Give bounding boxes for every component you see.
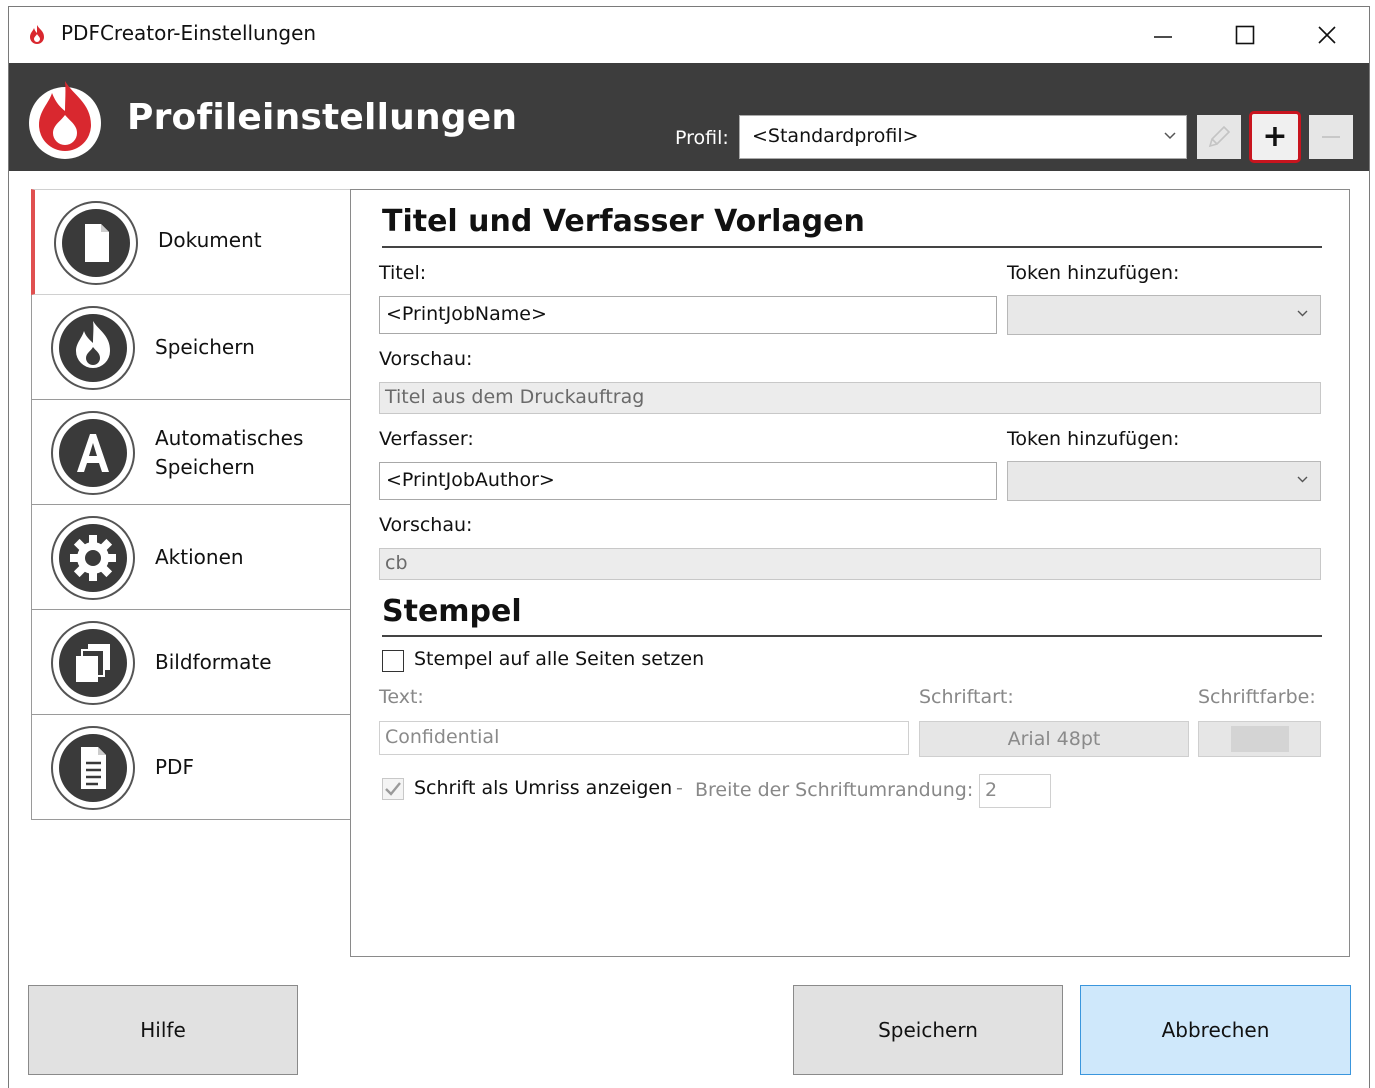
font-color-button[interactable] <box>1198 721 1321 757</box>
document-settings-panel: Titel und Verfasser Vorlagen Titel: Toke… <box>350 189 1350 957</box>
font-picker-button[interactable]: Arial 48pt <box>919 721 1189 757</box>
sidebar-item-label: Dokument <box>158 228 262 252</box>
pdf-file-icon <box>51 726 135 810</box>
remove-profile-button[interactable] <box>1309 115 1353 159</box>
token-label-author: Token hinzufügen: <box>1007 428 1180 450</box>
close-button[interactable] <box>1287 7 1367 63</box>
pencil-icon <box>1208 125 1231 148</box>
page-heading: Profileinstellungen <box>127 97 518 138</box>
outline-label: Schrift als Umriss anzeigen <box>414 777 673 799</box>
title-template-input[interactable]: <PrintJobName> <box>379 296 997 334</box>
preview-label-author: Vorschau: <box>379 514 473 536</box>
sidebar-item-automatisches-speichern[interactable]: Automatisches Speichern <box>31 400 351 505</box>
stamp-all-pages-checkbox[interactable] <box>382 650 404 672</box>
author-preview-field: cb <box>379 548 1321 580</box>
profile-label: Profil: <box>675 127 729 149</box>
title-label: Titel: <box>379 262 427 284</box>
minimize-button[interactable] <box>1123 7 1203 63</box>
author-label: Verfasser: <box>379 428 474 450</box>
font-label: Schriftart: <box>919 686 1014 708</box>
maximize-button[interactable] <box>1205 7 1285 63</box>
author-token-dropdown[interactable] <box>1007 461 1321 501</box>
stacked-pages-icon <box>51 621 135 705</box>
author-template-input[interactable]: <PrintJobAuthor> <box>379 462 997 500</box>
sidebar-item-aktionen[interactable]: Aktionen <box>31 505 351 610</box>
section-divider <box>382 246 1322 248</box>
preview-label-title: Vorschau: <box>379 348 473 370</box>
rename-profile-button[interactable] <box>1197 115 1241 159</box>
sidebar-item-label: Speichern <box>155 335 255 359</box>
stamp-text-label: Text: <box>379 686 424 708</box>
minus-icon <box>1322 136 1340 138</box>
chevron-down-icon <box>1297 476 1308 483</box>
outline-checkbox[interactable] <box>382 778 404 800</box>
section-title-stamp: Stempel <box>382 594 522 629</box>
sidebar-item-pdf[interactable]: PDF <box>31 715 351 820</box>
sidebar-item-label: Automatisches <box>155 426 304 450</box>
chevron-down-icon <box>1164 132 1176 140</box>
close-icon <box>1318 26 1336 44</box>
sidebar-item-label: PDF <box>155 755 194 779</box>
sidebar-item-dokument[interactable]: Dokument <box>31 189 351 295</box>
chevron-down-icon <box>1297 310 1308 317</box>
sidebar-item-label-line2: Speichern <box>155 455 255 479</box>
sidebar-item-bildformate[interactable]: Bildformate <box>31 610 351 715</box>
checkmark-icon <box>385 782 401 796</box>
gear-icon <box>51 516 135 600</box>
title-preview-field: Titel aus dem Druckauftrag <box>379 382 1321 414</box>
letter-a-icon <box>51 411 135 495</box>
pdfcreator-app-icon <box>30 25 44 44</box>
pdfcreator-logo-icon <box>29 81 101 159</box>
sidebar-item-label: Bildformate <box>155 650 272 674</box>
save-button[interactable]: Speichern <box>793 985 1063 1075</box>
add-profile-button[interactable]: + <box>1249 111 1301 163</box>
settings-sidebar: Dokument Speichern Automatisches Speiche… <box>31 189 351 820</box>
color-swatch <box>1230 726 1289 752</box>
flame-icon <box>51 306 135 390</box>
profile-dropdown-value: <Standardprofil> <box>752 125 919 147</box>
cancel-button[interactable]: Abbrechen <box>1080 985 1351 1075</box>
outline-width-input[interactable]: 2 <box>979 774 1051 808</box>
document-icon <box>54 201 138 285</box>
sidebar-item-speichern[interactable]: Speichern <box>31 295 351 400</box>
section-divider <box>382 635 1322 637</box>
outline-width-label: Breite der Schriftumrandung: <box>695 779 974 801</box>
section-title-title-author: Titel und Verfasser Vorlagen <box>382 204 865 239</box>
settings-window: PDFCreator-Einstellungen Profileinstellu… <box>8 6 1370 1088</box>
title-bar: PDFCreator-Einstellungen <box>9 7 1369 63</box>
window-title: PDFCreator-Einstellungen <box>61 21 317 45</box>
maximize-icon <box>1235 25 1255 45</box>
minimize-icon <box>1154 36 1172 38</box>
help-button[interactable]: Hilfe <box>28 985 298 1075</box>
profile-header: Profileinstellungen Profil: <Standardpro… <box>9 63 1369 171</box>
title-token-dropdown[interactable] <box>1007 295 1321 335</box>
stamp-all-pages-label: Stempel auf alle Seiten setzen <box>414 648 705 670</box>
token-label-title: Token hinzufügen: <box>1007 262 1180 284</box>
outline-dash: - <box>676 777 683 799</box>
plus-icon: + <box>1262 119 1288 154</box>
sidebar-item-label: Aktionen <box>155 545 244 569</box>
stamp-text-input[interactable]: Confidential <box>379 721 909 755</box>
profile-dropdown[interactable]: <Standardprofil> <box>739 115 1187 159</box>
font-color-label: Schriftfarbe: <box>1198 686 1316 708</box>
